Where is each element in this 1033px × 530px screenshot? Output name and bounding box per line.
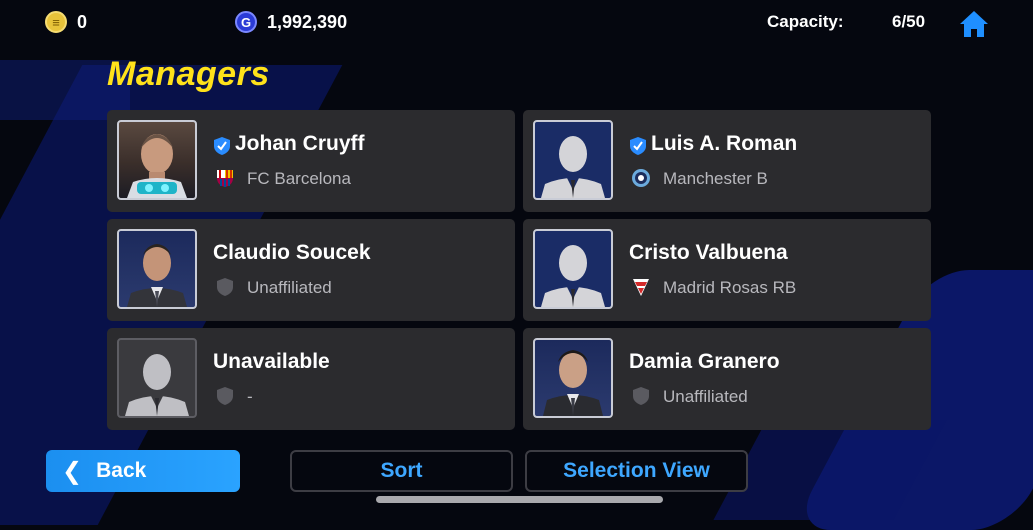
manager-silhouette-icon: [541, 136, 605, 198]
manager-name: Claudio Soucek: [213, 241, 371, 264]
gp-balance: G 1,992,390: [235, 11, 347, 33]
page-title: Managers: [107, 55, 270, 93]
selection-view-button[interactable]: Selection View: [525, 450, 748, 492]
coin-icon: ≡: [45, 11, 67, 33]
manager-portrait: [117, 229, 197, 309]
top-bar: ≡ 0 G 1,992,390 Capacity: 6/50: [0, 0, 1033, 44]
manager-club: Madrid Rosas RB: [663, 278, 797, 297]
verified-badge-icon: [214, 137, 230, 155]
coin-balance: ≡ 0: [45, 11, 87, 33]
manager-name: Johan Cruyff: [235, 132, 365, 155]
manager-name: Cristo Valbuena: [629, 241, 788, 264]
manager-card[interactable]: Damia Granero Unaffiliated: [523, 328, 931, 430]
home-indicator[interactable]: [376, 496, 663, 503]
manager-portrait: [117, 120, 197, 200]
portrait-photo-icon: [127, 244, 187, 307]
manager-club: -: [247, 387, 253, 406]
portrait-photo-icon: [127, 134, 187, 198]
manager-name: Unavailable: [213, 350, 330, 373]
shield-icon: [217, 387, 233, 405]
shield-icon: [633, 387, 649, 405]
capacity-label: Capacity:: [767, 12, 844, 31]
manager-card[interactable]: Unavailable -: [107, 328, 515, 430]
home-icon[interactable]: [958, 8, 990, 40]
manager-name: Luis A. Roman: [651, 132, 798, 155]
manager-club: Manchester B: [663, 169, 768, 188]
sort-button-label: Sort: [380, 459, 423, 482]
madrid-rosas-crest-icon: [633, 279, 649, 296]
manager-card[interactable]: Luis A. Roman Manchester B: [523, 110, 931, 212]
gp-icon: G: [235, 11, 257, 33]
back-button-label: Back: [96, 459, 147, 482]
manager-club: Unaffiliated: [247, 278, 332, 297]
manager-card[interactable]: Cristo Valbuena Madrid Rosas RB: [523, 219, 931, 321]
manager-club: Unaffiliated: [663, 387, 748, 406]
coin-value: 0: [77, 11, 88, 32]
sort-button[interactable]: Sort: [290, 450, 513, 492]
manager-portrait: [533, 338, 613, 418]
manager-card[interactable]: Claudio Soucek Unaffiliated: [107, 219, 515, 321]
manager-silhouette-icon: [125, 354, 189, 416]
barcelona-crest-icon: [217, 170, 233, 187]
chevron-left-icon: ❮: [62, 457, 83, 485]
selection-view-button-label: Selection View: [563, 459, 710, 482]
manager-portrait: [117, 338, 197, 418]
shield-icon: [217, 278, 233, 296]
manchester-crest-icon: [632, 169, 650, 187]
manager-portrait: [533, 120, 613, 200]
manager-club: FC Barcelona: [247, 169, 351, 188]
verified-badge-icon: [630, 137, 646, 155]
manager-portrait: [533, 229, 613, 309]
back-button[interactable]: ❮ Back: [46, 450, 240, 492]
portrait-photo-icon: [543, 350, 603, 416]
manager-card[interactable]: Johan Cruyff FC Barcelona: [107, 110, 515, 212]
capacity-value: 6/50: [892, 12, 926, 31]
manager-name: Damia Granero: [629, 350, 780, 373]
manager-silhouette-icon: [541, 245, 605, 307]
gp-value: 1,992,390: [267, 11, 348, 32]
